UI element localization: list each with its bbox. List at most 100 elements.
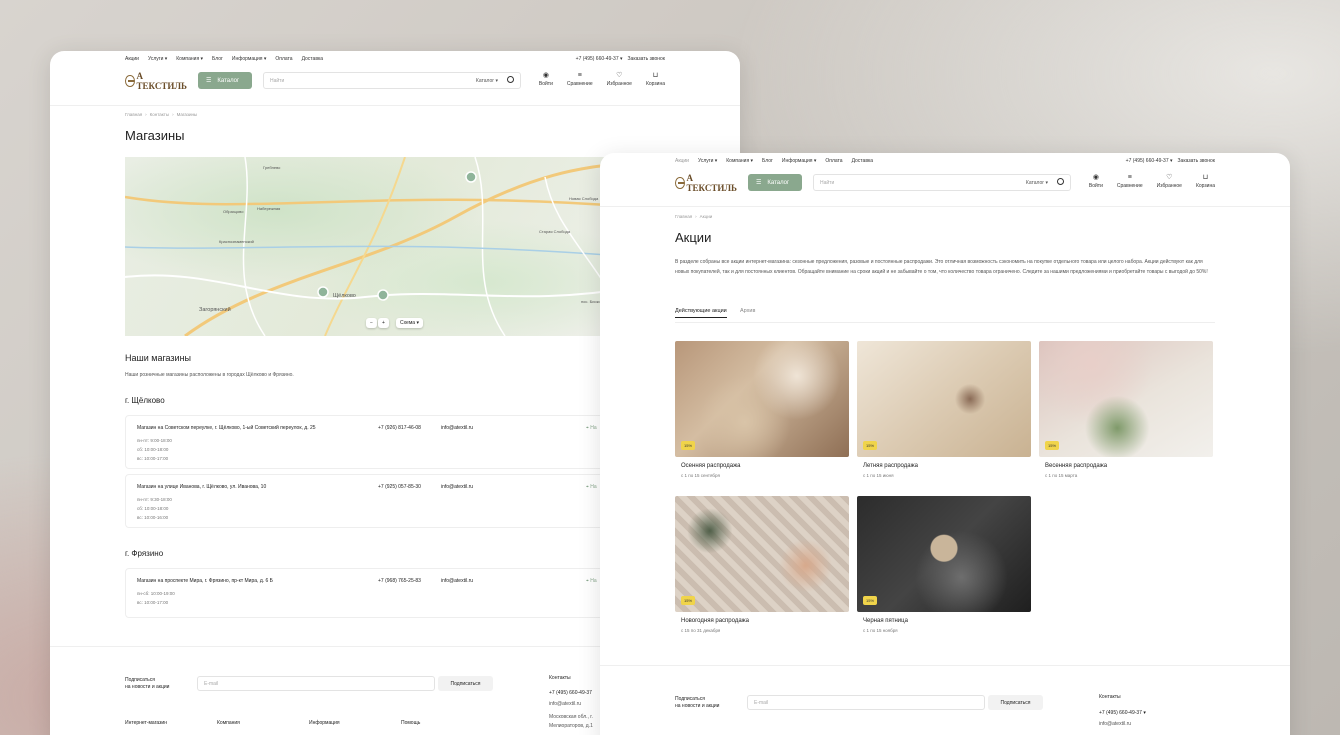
footer-phone[interactable]: +7 (495) 660-49-37 ▾ (1099, 710, 1146, 716)
favorites-button[interactable]: ♡ Избранное (1157, 173, 1182, 189)
search-input[interactable]: Найти Каталог ▾ (813, 174, 1071, 191)
promo-title[interactable]: Черная пятница (863, 618, 1031, 624)
nav-company[interactable]: Компания ▾ (176, 56, 203, 62)
promo-card[interactable]: 15% Новогодняя распродажа с 15 по 31 дек… (675, 496, 849, 633)
zoom-out-button[interactable]: − (366, 318, 377, 328)
logo[interactable]: А ТЕКСТИЛЬ (675, 173, 737, 193)
subscribe-label: Подписаться на новости и акции (125, 677, 170, 690)
compare-button[interactable]: ≡ Сравнение (567, 71, 593, 87)
footer-phone[interactable]: +7 (495) 660-49-37 (549, 690, 592, 696)
crumb-home[interactable]: Главная (675, 214, 692, 219)
shop-phone[interactable]: +7 (968) 765-25-83 (378, 578, 421, 584)
subscribe-button[interactable]: Подписаться (988, 695, 1043, 710)
nav-payment[interactable]: Оплата (825, 158, 842, 164)
show-on-map-link[interactable]: ⌖ На (586, 578, 597, 584)
shop-email[interactable]: info@atextil.ru (441, 425, 473, 431)
nav-promos[interactable]: Акции (125, 56, 139, 62)
top-nav: Акции Услуги ▾ Компания ▾ Блог Информация ▾ О… (675, 158, 1215, 170)
promo-card[interactable]: 15% Летняя распродажа с 1 по 15 июня (857, 341, 1031, 478)
footer-col-company[interactable]: Компания (217, 720, 240, 726)
footer-col-help[interactable]: Помощь (401, 720, 420, 726)
nav-info[interactable]: Информация ▾ (782, 158, 817, 164)
show-on-map-link[interactable]: ⌖ На (586, 484, 597, 490)
promo-card[interactable]: 15% Осенняя распродажа с 1 по 15 сентябр… (675, 341, 849, 478)
subscribe-email-input[interactable]: E-mail (197, 676, 435, 691)
footer-email[interactable]: info@atextil.ru (1099, 721, 1131, 727)
subscribe-email-input[interactable]: E-mail (747, 695, 985, 710)
promo-title[interactable]: Осенняя распродажа (681, 463, 849, 469)
cart-button[interactable]: ⊔ Корзина (1196, 173, 1215, 189)
compare-button[interactable]: ≡ Сравнение (1117, 173, 1143, 189)
shop-email[interactable]: info@atextil.ru (441, 484, 473, 490)
catalog-button[interactable]: ☰ Каталог (198, 72, 252, 89)
header-phone[interactable]: +7 (495) 660-49-37 ▾ (576, 56, 623, 62)
shop-email[interactable]: info@atextil.ru (441, 578, 473, 584)
nav-services[interactable]: Услуги ▾ (698, 158, 717, 164)
shop-card[interactable]: Магазин на улице Иванова, г. Щёлково, ул… (125, 474, 635, 528)
promo-title[interactable]: Весенняя распродажа (1045, 463, 1213, 469)
map-pin[interactable] (377, 289, 389, 301)
show-on-map-link[interactable]: ⌖ На (586, 425, 597, 431)
shops-map[interactable]: Гребнево Образцово Набережная Краснознам… (125, 157, 635, 336)
hours-line: сб: 10:00-18:00 (137, 447, 169, 452)
header-phone[interactable]: +7 (495) 660-49-37 ▾ (1126, 158, 1173, 164)
promo-card[interactable]: 15% Черная пятница с 1 по 15 ноября (857, 496, 1031, 633)
nav-info[interactable]: Информация ▾ (232, 56, 267, 62)
crumb-contacts[interactable]: Контакты (150, 112, 169, 117)
map-pin[interactable] (317, 286, 329, 298)
login-button[interactable]: ◉ Войти (1089, 173, 1103, 189)
map-pin[interactable] (465, 171, 477, 183)
promo-card[interactable]: 15% Весенняя распродажа с 1 по 15 марта (1039, 341, 1213, 478)
promo-image[interactable]: 15% (675, 341, 849, 457)
favorites-button[interactable]: ♡ Избранное (607, 71, 632, 87)
our-shops-desc: Наши розничные магазины расположены в го… (125, 372, 294, 378)
cart-button[interactable]: ⊔ Корзина (646, 71, 665, 87)
logo[interactable]: А ТЕКСТИЛЬ (125, 71, 187, 91)
subscribe-label: Подписаться на новости и акции (675, 696, 720, 709)
nav-blog[interactable]: Блог (762, 158, 773, 164)
map-layer-select[interactable]: Схема ▾ (396, 318, 423, 328)
subscribe-button[interactable]: Подписаться (438, 676, 493, 691)
shop-card[interactable]: Магазин на проспекте Мира, г. Фрязино, п… (125, 568, 635, 618)
nav-delivery[interactable]: Доставка (302, 56, 323, 62)
callback-link[interactable]: Заказать звонок (1178, 158, 1215, 164)
promo-title[interactable]: Новогодняя распродажа (681, 618, 849, 624)
catalog-button[interactable]: ☰ Каталог (748, 174, 802, 191)
crumb-home[interactable]: Главная (125, 112, 142, 117)
promo-image[interactable]: 15% (857, 341, 1031, 457)
promo-image[interactable]: 15% (1039, 341, 1213, 457)
nav-promos[interactable]: Акции (675, 158, 689, 164)
nav-company[interactable]: Компания ▾ (726, 158, 753, 164)
footer-col-info[interactable]: Информация (309, 720, 340, 726)
nav-payment[interactable]: Оплата (275, 56, 292, 62)
promo-image[interactable]: 15% (857, 496, 1031, 612)
nav-blog[interactable]: Блог (212, 56, 223, 62)
search-category-select[interactable]: Каталог ▾ (476, 78, 498, 84)
footer-col-shop[interactable]: Интернет-магазин (125, 720, 167, 726)
shop-name: Магазин на улице Иванова, г. Щёлково, ул… (137, 484, 267, 490)
callback-link[interactable]: Заказать звонок (628, 56, 665, 62)
tab-archive[interactable]: Архив (740, 308, 755, 314)
shop-card[interactable]: Магазин на Советском переулке, г. Щёлков… (125, 415, 635, 469)
zoom-in-button[interactable]: + (378, 318, 389, 328)
search-icon[interactable] (1057, 178, 1064, 185)
divider (600, 665, 1290, 666)
promo-image[interactable]: 15% (675, 496, 849, 612)
search-category-select[interactable]: Каталог ▾ (1026, 180, 1048, 186)
footer-email[interactable]: info@atextil.ru (549, 701, 581, 707)
footer-address: Московская обл., г. Мелиораторов, д.1 (549, 714, 593, 729)
discount-badge: 15% (863, 441, 878, 450)
hours-line: вс: 10:00-17:00 (137, 456, 169, 461)
shop-phone[interactable]: +7 (925) 057-85-30 (378, 484, 421, 490)
tab-active-promos[interactable]: Действующие акции (675, 308, 727, 318)
search-input[interactable]: Найти Каталог ▾ (263, 72, 521, 89)
nav-services[interactable]: Услуги ▾ (148, 56, 167, 62)
login-button[interactable]: ◉ Войти (539, 71, 553, 87)
promo-title[interactable]: Летняя распродажа (863, 463, 1031, 469)
breadcrumb: Главная › Контакты › Магазины (125, 112, 198, 117)
shop-phone[interactable]: +7 (926) 817-46-08 (378, 425, 421, 431)
divider (50, 105, 740, 106)
search-icon[interactable] (507, 76, 514, 83)
header-icons: ◉ Войти ≡ Сравнение ♡ Избранное ⊔ Корзина (1089, 173, 1215, 189)
nav-delivery[interactable]: Доставка (852, 158, 873, 164)
